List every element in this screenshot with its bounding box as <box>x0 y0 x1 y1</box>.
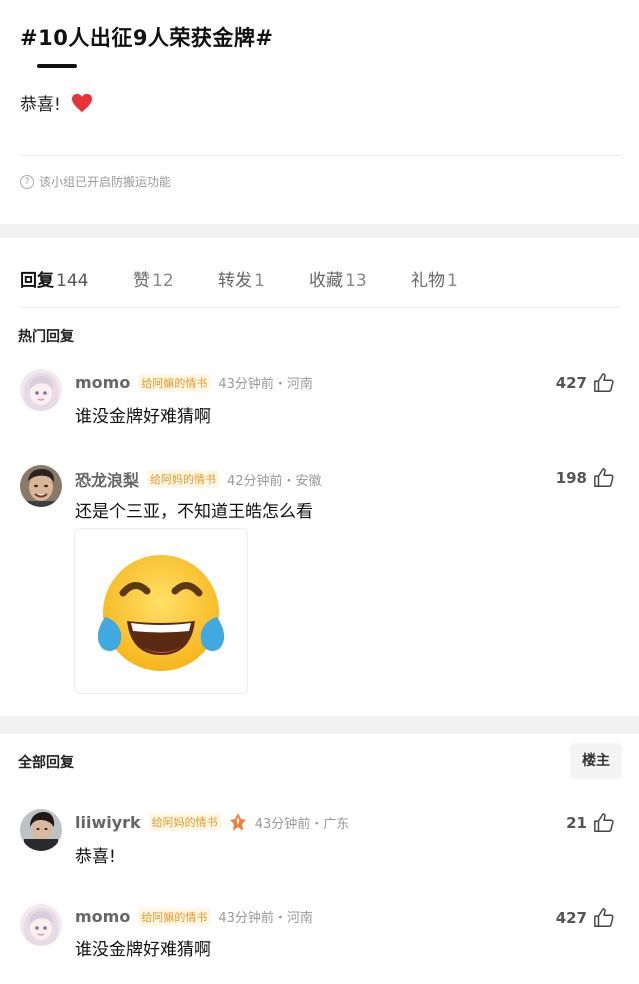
tab-label: 回复 <box>20 271 54 291</box>
tab-label: 转发 <box>218 271 252 291</box>
thumbs-up-icon <box>594 373 614 392</box>
like-button[interactable]: 198 <box>556 467 615 489</box>
laughing-crying-emoji <box>97 555 225 671</box>
heart-icon <box>71 93 92 112</box>
comment-header: momo 给阿嫲的情书 43分钟前・河南 <box>75 373 313 392</box>
hot-replies-heading: 热门回复 <box>18 329 74 345</box>
comment-header: liiwiyrk 给阿妈的情书 43分钟前・广东 <box>75 812 349 832</box>
tab-bar: 回复 144 赞 12 转发 1 收藏 13 礼物 1 <box>0 238 639 308</box>
post-body: 恭喜! <box>20 90 93 115</box>
op-only-filter-button[interactable]: 楼主 <box>570 743 622 779</box>
thumbs-up-icon <box>594 468 614 487</box>
tab-label: 礼物 <box>411 271 445 291</box>
comment-text: 还是个三亚，不知道王皓怎么看 <box>75 502 313 522</box>
active-tab-indicator <box>37 64 77 68</box>
like-count: 21 <box>566 814 587 832</box>
tab-count: 1 <box>447 271 458 291</box>
like-button[interactable]: 427 <box>556 907 615 929</box>
like-count: 427 <box>555 909 587 927</box>
post-text: 恭喜! <box>20 95 61 115</box>
comment-text: 恭喜! <box>75 847 116 867</box>
post-card: #10人出征9人荣获金牌# 恭喜! ? 该小组已开启防搬运功能 <box>0 0 639 224</box>
tab-count: 13 <box>345 271 367 291</box>
comment-meta: 43分钟前・广东 <box>254 816 350 832</box>
username[interactable]: liiwiyrk <box>75 813 141 832</box>
like-button[interactable]: 427 <box>556 372 615 394</box>
fan-badge: 给阿妈的情书 <box>147 470 220 488</box>
tab-favorites[interactable]: 收藏 13 <box>309 266 367 291</box>
avatar[interactable] <box>20 369 62 411</box>
comment-image[interactable] <box>74 528 248 694</box>
like-button[interactable]: 21 <box>566 812 615 834</box>
tab-label: 赞 <box>133 271 150 291</box>
anti-repost-notice: ? 该小组已开启防搬运功能 <box>20 173 171 190</box>
avatar[interactable] <box>20 904 62 946</box>
avatar[interactable] <box>20 465 62 507</box>
username[interactable]: momo <box>75 373 130 392</box>
fan-badge: 给阿嫲的情书 <box>138 907 211 926</box>
tab-reposts[interactable]: 转发 1 <box>218 266 265 291</box>
divider <box>20 307 621 308</box>
tab-count: 12 <box>152 271 174 291</box>
all-replies-heading: 全部回复 <box>18 755 74 771</box>
comment-meta: 42分钟前・安徽 <box>227 473 322 489</box>
tab-gifts[interactable]: 礼物 1 <box>411 266 458 291</box>
comment-meta: 43分钟前・河南 <box>218 377 313 392</box>
section-gap <box>0 224 639 238</box>
question-icon: ? <box>20 174 34 189</box>
username[interactable]: momo <box>75 907 130 926</box>
comment-meta: 43分钟前・河南 <box>218 911 313 926</box>
section-gap <box>0 716 639 734</box>
fan-badge: 给阿妈的情书 <box>148 813 221 831</box>
tab-count: 1 <box>254 271 265 291</box>
avatar[interactable] <box>20 809 62 851</box>
thumbs-up-icon <box>594 813 614 832</box>
username[interactable]: 恐龙浪梨 <box>75 467 139 491</box>
like-count: 198 <box>555 469 587 487</box>
comment-text: 谁没金牌好难猜啊 <box>75 940 211 960</box>
tab-likes[interactable]: 赞 12 <box>133 266 174 291</box>
level-badge-icon <box>229 813 246 831</box>
tab-count: 144 <box>56 271 89 291</box>
fan-badge: 给阿嫲的情书 <box>138 373 211 392</box>
like-count: 427 <box>555 374 587 392</box>
thumbs-up-icon <box>594 908 614 927</box>
comment-header: momo 给阿嫲的情书 43分钟前・河南 <box>75 907 313 926</box>
divider <box>20 155 621 156</box>
tab-label: 收藏 <box>309 271 343 291</box>
post-title: #10人出征9人荣获金牌# <box>20 26 274 50</box>
comment-header: 恐龙浪梨 给阿妈的情书 42分钟前・安徽 <box>75 467 322 491</box>
tab-replies[interactable]: 回复 144 <box>20 266 88 291</box>
comment-text: 谁没金牌好难猜啊 <box>75 407 211 427</box>
notice-text: 该小组已开启防搬运功能 <box>39 175 172 189</box>
